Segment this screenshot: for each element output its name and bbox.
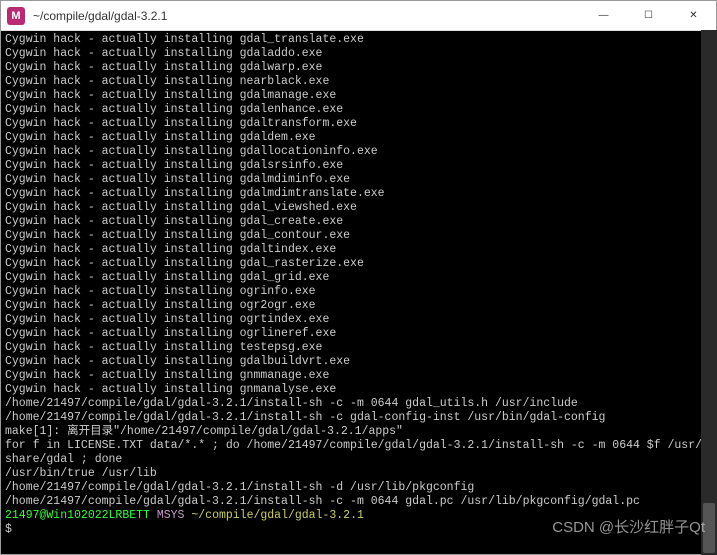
- output-line: Cygwin hack - actually installing gdalsr…: [5, 159, 712, 173]
- output-line: Cygwin hack - actually installing ogrtin…: [5, 313, 712, 327]
- window-title: ~/compile/gdal/gdal-3.2.1: [31, 9, 581, 23]
- output-line: Cygwin hack - actually installing gdal_g…: [5, 271, 712, 285]
- output-line: Cygwin hack - actually installing gdal_c…: [5, 215, 712, 229]
- titlebar[interactable]: M ~/compile/gdal/gdal-3.2.1 — ☐ ✕: [1, 1, 716, 31]
- window-controls: — ☐ ✕: [581, 1, 716, 31]
- output-line: /home/21497/compile/gdal/gdal-3.2.1/inst…: [5, 495, 712, 509]
- output-line: Cygwin hack - actually installing nearbl…: [5, 75, 712, 89]
- output-line: Cygwin hack - actually installing gdallo…: [5, 145, 712, 159]
- scrollbar[interactable]: [701, 30, 717, 555]
- prompt-input-line[interactable]: $: [5, 523, 712, 537]
- output-line: share/gdal ; done: [5, 453, 712, 467]
- output-line: Cygwin hack - actually installing ogrlin…: [5, 327, 712, 341]
- output-line: Cygwin hack - actually installing ogrinf…: [5, 285, 712, 299]
- output-line: Cygwin hack - actually installing gnmman…: [5, 369, 712, 383]
- terminal-window: M ~/compile/gdal/gdal-3.2.1 — ☐ ✕ Cygwin…: [0, 0, 717, 555]
- output-line: /home/21497/compile/gdal/gdal-3.2.1/inst…: [5, 411, 712, 425]
- output-line: Cygwin hack - actually installing gdalmd…: [5, 187, 712, 201]
- output-line: /home/21497/compile/gdal/gdal-3.2.1/inst…: [5, 397, 712, 411]
- output-line: make[1]: 离开目录"/home/21497/compile/gdal/g…: [5, 425, 712, 439]
- prompt-path: ~/compile/gdal/gdal-3.2.1: [191, 509, 364, 522]
- output-line: Cygwin hack - actually installing testep…: [5, 341, 712, 355]
- close-button[interactable]: ✕: [671, 1, 716, 31]
- scrollbar-thumb[interactable]: [703, 503, 715, 553]
- output-line: Cygwin hack - actually installing gdalmd…: [5, 173, 712, 187]
- minimize-button[interactable]: —: [581, 1, 626, 31]
- app-icon: M: [7, 7, 25, 25]
- maximize-button[interactable]: ☐: [626, 1, 671, 31]
- output-line: /usr/bin/true /usr/lib: [5, 467, 712, 481]
- output-line: Cygwin hack - actually installing gdal_c…: [5, 229, 712, 243]
- output-line: for f in LICENSE.TXT data/*.* ; do /home…: [5, 439, 712, 453]
- output-line: Cygwin hack - actually installing gnmana…: [5, 383, 712, 397]
- prompt-env: MSYS: [157, 509, 185, 522]
- prompt-dollar: $: [5, 523, 12, 536]
- output-line: Cygwin hack - actually installing gdalti…: [5, 243, 712, 257]
- output-line: Cygwin hack - actually installing gdal_r…: [5, 257, 712, 271]
- output-line: Cygwin hack - actually installing ogr2og…: [5, 299, 712, 313]
- output-line: Cygwin hack - actually installing gdalen…: [5, 103, 712, 117]
- output-line: Cygwin hack - actually installing gdalde…: [5, 131, 712, 145]
- output-line: Cygwin hack - actually installing gdal_t…: [5, 33, 712, 47]
- output-line: Cygwin hack - actually installing gdalad…: [5, 47, 712, 61]
- output-line: Cygwin hack - actually installing gdal_v…: [5, 201, 712, 215]
- terminal-output[interactable]: Cygwin hack - actually installing gdal_t…: [1, 31, 716, 554]
- prompt-user: 21497@Win102022LRBETT: [5, 509, 150, 522]
- prompt-line: 21497@Win102022LRBETT MSYS ~/compile/gda…: [5, 509, 712, 523]
- output-line: Cygwin hack - actually installing gdalma…: [5, 89, 712, 103]
- output-line: Cygwin hack - actually installing gdalbu…: [5, 355, 712, 369]
- output-line: /home/21497/compile/gdal/gdal-3.2.1/inst…: [5, 481, 712, 495]
- output-line: Cygwin hack - actually installing gdalwa…: [5, 61, 712, 75]
- output-line: Cygwin hack - actually installing gdaltr…: [5, 117, 712, 131]
